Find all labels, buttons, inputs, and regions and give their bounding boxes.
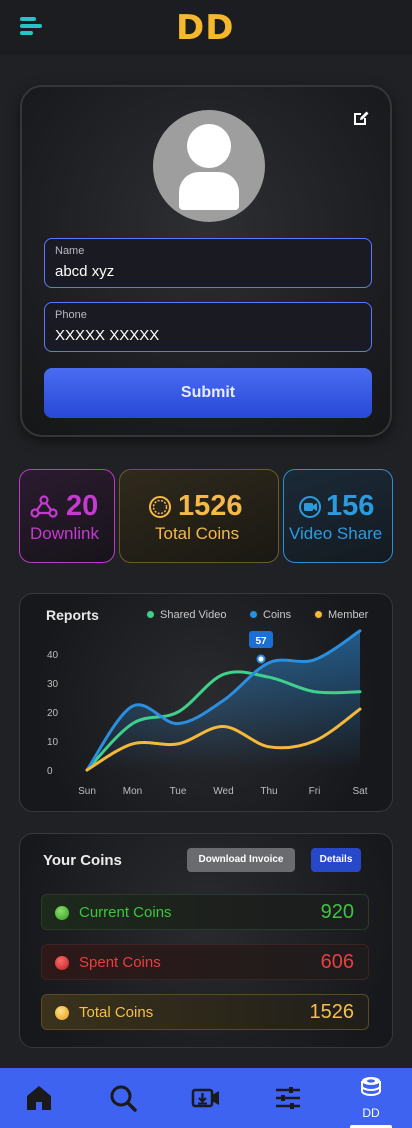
spent-coins-value: 606 — [320, 951, 354, 973]
profile-card: Name abcd xyz Phone XXXXX XXXXX Submit — [20, 85, 392, 437]
app-logo: DD — [176, 8, 235, 48]
current-coins-row[interactable]: Current Coins 920 — [41, 894, 369, 930]
spent-coins-icon — [55, 956, 69, 970]
y-tick-label: 20 — [47, 708, 59, 719]
search-icon — [110, 1085, 137, 1112]
total-coins-icon — [55, 1006, 69, 1020]
user-silhouette-icon[interactable] — [153, 110, 265, 222]
video-share-label: Video Share — [289, 524, 383, 543]
current-coins-icon — [55, 906, 69, 920]
nav-home[interactable] — [9, 1068, 69, 1128]
stat-total-coins[interactable]: 1526 Total Coins — [119, 469, 279, 563]
current-coins-value: 920 — [320, 901, 354, 923]
x-tick-label: Sat — [352, 786, 367, 797]
video-download-icon — [191, 1088, 219, 1108]
sliders-icon — [276, 1087, 300, 1109]
downlink-label: Downlink — [30, 524, 99, 543]
chart-tooltip-value: 57 — [255, 636, 267, 647]
y-tick-label: 0 — [47, 766, 53, 777]
top-bar: DD — [0, 0, 412, 55]
stat-video-share[interactable]: 156 Video Share — [283, 469, 393, 563]
coin-icon — [149, 496, 171, 518]
edit-pencil-icon[interactable] — [352, 109, 370, 127]
download-invoice-button[interactable]: Download Invoice — [187, 848, 295, 872]
reports-line-chart[interactable]: 0 10 20 30 40 Sun Mon Tue Wed Thu Fri Sat 57 — [20, 594, 392, 811]
details-button[interactable]: Details — [311, 848, 361, 872]
bottom-navigation: DD — [0, 1068, 412, 1128]
total-coins-row-value: 1526 — [309, 1001, 355, 1023]
nav-video[interactable] — [176, 1068, 236, 1128]
name-label: Name — [55, 245, 85, 257]
spent-coins-label: Spent Coins — [79, 954, 161, 971]
x-tick-label: Sun — [78, 786, 96, 797]
total-coins-row-label: Total Coins — [79, 1004, 154, 1021]
nav-coins[interactable]: DD — [341, 1068, 401, 1128]
chart-tooltip: 57 — [249, 631, 273, 649]
downlink-network-icon — [30, 495, 58, 518]
stat-downlink[interactable]: 20 Downlink — [19, 469, 115, 563]
phone-field[interactable]: Phone XXXXX XXXXX — [44, 302, 372, 352]
x-tick-label: Thu — [260, 786, 277, 797]
spent-coins-row[interactable]: Spent Coins 606 — [41, 944, 369, 980]
phone-value[interactable]: XXXXX XXXXX — [55, 327, 159, 344]
home-icon — [27, 1086, 51, 1110]
hamburger-menu-icon[interactable] — [20, 17, 42, 37]
total-coins-label: Total Coins — [155, 524, 240, 543]
video-share-value: 156 — [326, 490, 375, 522]
nav-coins-label: DD — [362, 1106, 380, 1120]
x-tick-label: Tue — [170, 786, 187, 797]
y-tick-label: 40 — [47, 650, 59, 661]
nav-filters[interactable] — [258, 1068, 318, 1128]
total-coins-row[interactable]: Total Coins 1526 — [41, 994, 369, 1030]
phone-label: Phone — [55, 309, 87, 321]
downlink-value: 20 — [66, 490, 99, 522]
y-tick-label: 30 — [47, 679, 59, 690]
current-coins-label: Current Coins — [79, 904, 172, 921]
reports-card: Reports Shared Video Coins Member 0 10 20 3… — [19, 593, 393, 812]
y-tick-label: 10 — [47, 737, 59, 748]
x-tick-label: Wed — [213, 786, 233, 797]
video-share-icon — [299, 496, 321, 518]
name-field[interactable]: Name abcd xyz — [44, 238, 372, 288]
nav-search[interactable] — [93, 1068, 153, 1128]
x-tick-label: Fri — [309, 786, 321, 797]
name-value[interactable]: abcd xyz — [55, 263, 114, 280]
submit-button[interactable]: Submit — [44, 368, 372, 418]
your-coins-title: Your Coins — [43, 852, 122, 869]
total-coins-value: 1526 — [178, 490, 243, 522]
highlight-point[interactable] — [256, 654, 266, 664]
x-tick-label: Mon — [123, 786, 142, 797]
your-coins-card: Your Coins Download Invoice Details Curr… — [19, 833, 393, 1048]
coins-stack-icon — [361, 1077, 381, 1096]
